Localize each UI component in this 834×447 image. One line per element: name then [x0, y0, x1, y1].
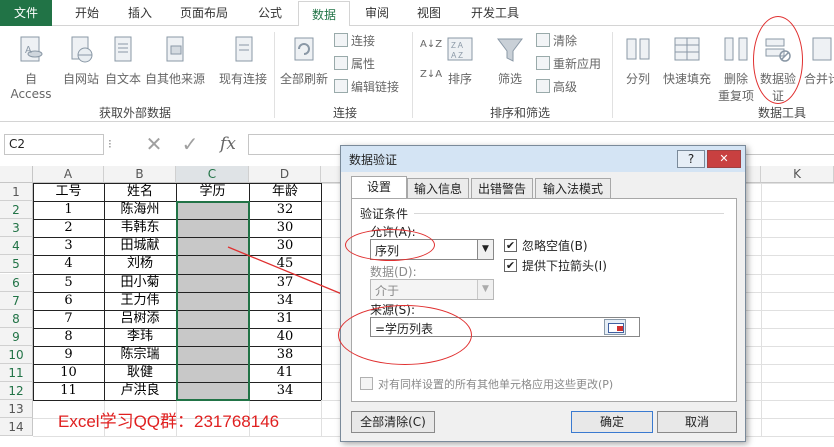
ignore-blank-label: 忽略空值(B) — [522, 239, 588, 253]
criteria-label: 验证条件 — [360, 207, 409, 221]
settings-panel: 验证条件 允许(A): 序列 ▼ ✔ 忽略空值(B) ✔ 提供下拉箭头(I) 数… — [351, 198, 737, 402]
highlight-circle-source — [338, 305, 472, 365]
cancel-button[interactable]: 取消 — [657, 411, 737, 433]
dropdown-arrow-checkbox[interactable]: ✔ — [504, 259, 517, 272]
apply-all-checkbox[interactable] — [360, 377, 373, 390]
range-select-icon[interactable] — [604, 319, 626, 335]
data-validation-dialog: 数据验证 ? ✕ 设置 输入信息 出错警告 输入法模式 验证条件 允许(A): … — [340, 145, 746, 442]
apply-all-label: 对有同样设置的所有其他单元格应用这些更改(P) — [378, 378, 614, 391]
tab-ime-mode[interactable]: 输入法模式 — [535, 178, 611, 198]
highlight-circle-allow — [345, 229, 435, 261]
tab-input-message[interactable]: 输入信息 — [407, 178, 469, 198]
criteria-divider — [414, 213, 724, 214]
data-label: 数据(D): — [370, 265, 417, 279]
ignore-blank-checkbox[interactable]: ✔ — [504, 239, 517, 252]
allow-dropdown-icon[interactable]: ▼ — [477, 240, 493, 259]
ok-button[interactable]: 确定 — [571, 411, 653, 433]
data-select[interactable]: 介于 ▼ — [370, 279, 494, 300]
close-button[interactable]: ✕ — [707, 150, 741, 168]
clear-all-button[interactable]: 全部清除(C) — [351, 411, 435, 433]
help-button[interactable]: ? — [677, 150, 705, 168]
tab-settings[interactable]: 设置 — [351, 176, 407, 199]
tab-error-alert[interactable]: 出错警告 — [471, 178, 533, 198]
dropdown-arrow-label: 提供下拉箭头(I) — [522, 259, 607, 273]
data-dropdown-icon[interactable]: ▼ — [477, 280, 493, 299]
dialog-title: 数据验证 — [349, 153, 398, 167]
dialog-titlebar: 数据验证 ? ✕ — [341, 146, 745, 172]
data-select-value: 介于 — [375, 284, 400, 298]
